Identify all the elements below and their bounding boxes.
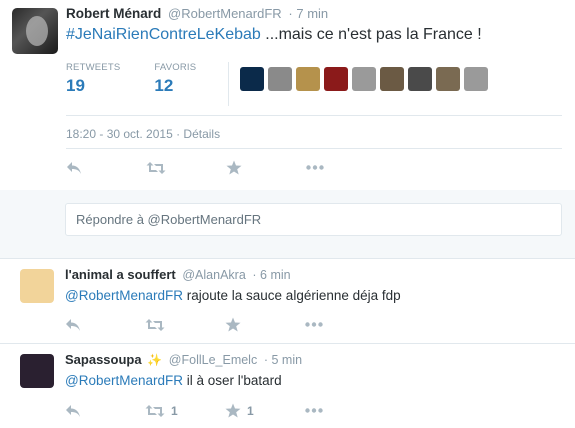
more-button[interactable] xyxy=(305,322,385,327)
avatar[interactable] xyxy=(12,8,58,54)
tweet-text: @RobertMenardFR il à oser l'batard xyxy=(65,373,282,388)
reply-tweet: l'animal a souffert @AlanAkra · 6 min @R… xyxy=(0,259,575,343)
favoriter-avatar[interactable] xyxy=(408,67,432,91)
reply-button[interactable] xyxy=(65,318,145,332)
tweet-author[interactable]: Robert Ménard @RobertMenardFR · 7 min xyxy=(66,6,328,21)
mention-link[interactable]: @RobertMenardFR xyxy=(65,373,183,388)
tweet-body: ...mais ce n'est pas la France ! xyxy=(260,26,482,43)
favoriter-avatar[interactable] xyxy=(268,67,292,91)
favorite-count: 1 xyxy=(247,403,254,418)
retweets-stat[interactable]: RETWEETS 19 xyxy=(66,62,120,96)
time-ago[interactable]: · 7 min xyxy=(288,6,328,21)
tweet-text: @RobertMenardFR rajoute la sauce algérie… xyxy=(65,288,401,303)
favoriter-avatar[interactable] xyxy=(380,67,404,91)
tweet-body: rajoute la sauce algérienne déja fdp xyxy=(183,288,401,303)
reply-input[interactable] xyxy=(66,204,575,235)
retweets-count[interactable]: 19 xyxy=(66,76,120,96)
tweet-text: #JeNaiRienContreLeKebab ...mais ce n'est… xyxy=(66,26,482,44)
favoriter-avatar[interactable] xyxy=(464,67,488,91)
retweet-button[interactable] xyxy=(146,161,226,175)
retweet-button[interactable]: 1 xyxy=(145,404,225,418)
reply-area xyxy=(0,190,575,258)
retweet-count: 1 xyxy=(171,403,178,418)
sparkle-emoji: ✨ xyxy=(147,353,163,367)
favoriter-avatar[interactable] xyxy=(240,67,264,91)
user-handle[interactable]: @FollLe_Emelc xyxy=(169,353,257,367)
more-button[interactable] xyxy=(305,408,385,413)
reply-button[interactable] xyxy=(65,404,145,418)
display-name[interactable]: l'animal a souffert xyxy=(65,267,176,282)
tweet-actions xyxy=(66,160,386,175)
stats-divider xyxy=(228,62,229,106)
retweet-icon xyxy=(146,161,166,174)
divider xyxy=(66,148,562,149)
mention-link[interactable]: @RobertMenardFR xyxy=(65,288,183,303)
more-icon xyxy=(305,322,323,327)
star-icon xyxy=(225,317,241,332)
tweet-actions: 1 1 xyxy=(65,403,385,418)
favoriter-avatar[interactable] xyxy=(352,67,376,91)
favorite-button[interactable] xyxy=(226,160,306,175)
user-handle[interactable]: @AlanAkra xyxy=(182,268,245,282)
tweet-body: il à oser l'batard xyxy=(183,373,282,388)
main-tweet: Robert Ménard @RobertMenardFR · 7 min #J… xyxy=(0,0,575,190)
star-icon xyxy=(225,403,241,418)
favoriter-avatar[interactable] xyxy=(324,67,348,91)
reply-tweet: Sapassoupa ✨ @FollLe_Emelc · 5 min @Robe… xyxy=(0,344,575,428)
reply-icon xyxy=(66,404,80,417)
favorites-stat[interactable]: FAVORIS 12 xyxy=(154,62,196,96)
divider xyxy=(66,115,562,116)
favorite-button[interactable]: 1 xyxy=(225,403,305,418)
favorites-count[interactable]: 12 xyxy=(154,76,196,96)
reply-icon xyxy=(67,161,81,174)
favoriter-avatar[interactable] xyxy=(436,67,460,91)
favoriter-avatar[interactable] xyxy=(296,67,320,91)
tweet-timestamp[interactable]: 18:20 - 30 oct. 2015 · Détails xyxy=(66,127,220,141)
retweet-button[interactable] xyxy=(145,318,225,332)
tweet-actions xyxy=(65,317,385,332)
favorites-label: FAVORIS xyxy=(154,62,197,73)
avatar[interactable] xyxy=(20,269,54,303)
time-ago[interactable]: · 5 min xyxy=(264,353,302,367)
reply-box[interactable] xyxy=(65,203,575,236)
avatar[interactable] xyxy=(20,354,54,388)
hashtag-link[interactable]: #JeNaiRienContreLeKebab xyxy=(66,26,261,43)
star-icon xyxy=(226,160,242,175)
retweets-label: RETWEETS xyxy=(66,62,121,73)
user-handle[interactable]: @RobertMenardFR xyxy=(168,6,282,21)
favorite-button[interactable] xyxy=(225,317,305,332)
retweet-icon xyxy=(145,404,165,417)
more-button[interactable] xyxy=(306,165,386,170)
more-icon xyxy=(305,408,323,413)
retweet-icon xyxy=(145,318,165,331)
reply-button[interactable] xyxy=(66,161,146,175)
tweet-author[interactable]: l'animal a souffert @AlanAkra · 6 min xyxy=(65,267,291,282)
display-name[interactable]: Sapassoupa xyxy=(65,352,142,367)
time-ago[interactable]: · 6 min xyxy=(252,268,290,282)
more-icon xyxy=(306,165,324,170)
tweet-stats: RETWEETS 19 FAVORIS 12 xyxy=(66,62,230,96)
reply-icon xyxy=(66,318,80,331)
display-name[interactable]: Robert Ménard xyxy=(66,6,161,21)
favoriters-avatars xyxy=(240,67,492,91)
tweet-author[interactable]: Sapassoupa ✨ @FollLe_Emelc · 5 min xyxy=(65,352,302,367)
